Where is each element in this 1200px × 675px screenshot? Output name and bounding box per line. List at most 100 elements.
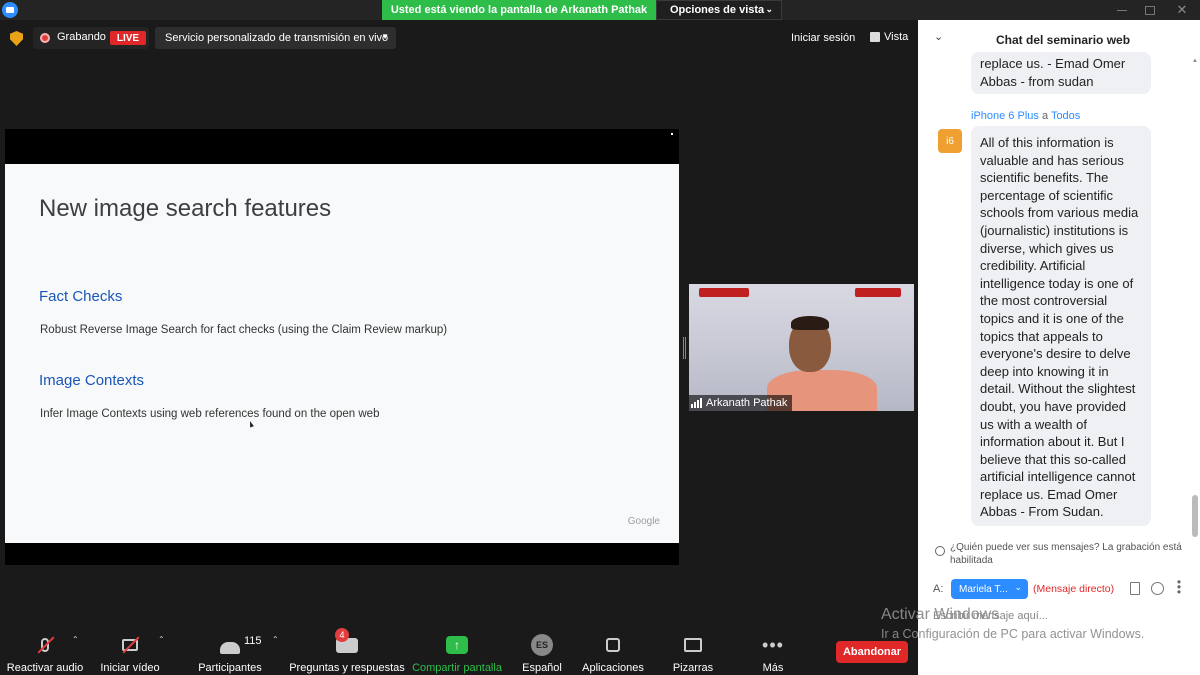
share-screen-button[interactable]: ↑ Compartir pantalla: [410, 625, 504, 675]
split-view-handle[interactable]: [683, 337, 686, 359]
collapse-chevron-icon[interactable]: ⌄: [934, 30, 943, 43]
view-button[interactable]: Vista: [870, 31, 908, 43]
scroll-up-icon[interactable]: ▲: [1192, 58, 1198, 64]
file-icon[interactable]: [1130, 582, 1140, 595]
shared-screen: New image search features Fact Checks Ro…: [5, 129, 679, 565]
minimize-icon: [1117, 9, 1127, 11]
participants-count: 115: [244, 635, 262, 647]
start-video-label: Iniciar vídeo: [100, 662, 160, 674]
view-layout-icon: [870, 32, 880, 42]
participants-icon: [216, 631, 244, 659]
backdrop-logo-left: [699, 288, 749, 297]
sender-name: iPhone 6 Plus: [971, 110, 1039, 122]
chat-message-text: All of this information is valuable and …: [980, 135, 1139, 520]
close-button[interactable]: ✕: [1164, 0, 1200, 20]
view-options-dropdown[interactable]: Opciones de vista ⌄: [656, 0, 782, 20]
mouse-cursor-icon: [248, 420, 254, 428]
security-shield-icon[interactable]: [10, 31, 23, 46]
record-dot-icon: [40, 33, 50, 43]
recording-label: Grabando: [57, 31, 106, 43]
microphone-muted-icon: [31, 631, 59, 659]
recipient-select[interactable]: Mariela T... ⌄: [951, 579, 1028, 599]
screen-share-banner: Usted está viendo la pantalla de Arkanat…: [382, 0, 656, 20]
qa-bubble-icon: 4: [333, 628, 361, 659]
slide-text-fact-checks: Robust Reverse Image Search for fact che…: [40, 324, 448, 336]
recipient-name: Mariela T...: [959, 583, 1008, 595]
sender-to-word: a: [1041, 110, 1049, 122]
qa-label: Preguntas y respuestas: [289, 662, 405, 674]
maximize-button[interactable]: [1136, 0, 1164, 20]
more-button[interactable]: ••• Más: [754, 625, 792, 675]
unmute-button[interactable]: Reactivar audio: [6, 625, 84, 675]
more-label: Más: [762, 662, 784, 674]
to-label: A:: [933, 583, 944, 595]
speaker-name-tag: Arkanath Pathak: [689, 395, 793, 411]
chat-privacy-note[interactable]: ¿Quién puede ver sus mensajes? La grabac…: [950, 541, 1190, 567]
apps-icon: [599, 631, 627, 659]
avatar: i6: [938, 129, 962, 153]
recording-indicator[interactable]: Grabando LIVE: [33, 27, 149, 49]
chat-scrollbar[interactable]: ▲: [1192, 58, 1198, 538]
meeting-top-bar: Grabando LIVE Servicio personalizado de …: [0, 20, 918, 60]
share-banner-text: Usted está viendo la pantalla de Arkanat…: [390, 4, 648, 16]
language-label: Español: [522, 662, 562, 674]
chat-message-sender: iPhone 6 Plus a Todos: [971, 110, 1080, 122]
language-button[interactable]: ES Español: [516, 625, 568, 675]
share-screen-label: Compartir pantalla: [412, 662, 502, 674]
language-icon: ES: [528, 631, 556, 659]
slide-footer-logo: Google: [627, 516, 660, 527]
privacy-person-icon: [935, 546, 945, 556]
whiteboard-icon: [679, 631, 707, 659]
slide-title: New image search features: [39, 195, 332, 222]
chevron-down-icon: ⌄: [1014, 582, 1022, 592]
minimize-button[interactable]: [1108, 0, 1136, 20]
speaker-hair: [791, 316, 829, 330]
speaker-name: Arkanath Pathak: [706, 397, 788, 409]
more-options-icon[interactable]: • • •: [1173, 576, 1185, 598]
backdrop-logo-right: [855, 288, 901, 297]
chevron-down-icon: ⌄: [765, 4, 773, 14]
login-link[interactable]: Iniciar sesión: [791, 32, 855, 44]
chat-title: Chat del seminario web: [996, 33, 1131, 47]
stream-service-select[interactable]: Servicio personalizado de transmisión en…: [155, 27, 396, 49]
unmute-label: Reactivar audio: [6, 662, 84, 674]
maximize-icon: [1145, 5, 1155, 15]
window-title-bar: Usted está viendo la pantalla de Arkanat…: [0, 0, 1200, 20]
participants-label: Participantes: [198, 662, 262, 674]
view-options-label: Opciones de vista: [670, 4, 765, 16]
chat-message: replace us. - Emad Omer Abbas - from sud…: [971, 52, 1151, 94]
leave-button[interactable]: Abandonar: [836, 641, 908, 663]
participants-button[interactable]: Participantes: [196, 625, 264, 675]
webinar-chat-panel: ⌄ Chat del seminario web replace us. - E…: [918, 20, 1200, 675]
scrollbar-thumb[interactable]: [1192, 495, 1198, 537]
video-off-icon: [116, 631, 144, 659]
share-screen-icon: ↑: [443, 631, 471, 659]
meeting-controls: Reactivar audio ⌃ Iniciar vídeo ⌃ Partic…: [0, 625, 918, 675]
view-label: Vista: [884, 31, 909, 43]
participants-options-caret-icon[interactable]: ⌃: [272, 635, 279, 644]
emoji-icon[interactable]: [1151, 582, 1164, 595]
chevron-down-icon: ▼: [381, 32, 389, 41]
video-options-caret-icon[interactable]: ⌃: [158, 635, 165, 644]
whiteboards-button[interactable]: Pizarras: [670, 625, 716, 675]
live-badge: LIVE: [110, 31, 146, 45]
more-dots-icon: •••: [762, 634, 784, 655]
chat-message-text: replace us. - Emad Omer Abbas - from sud…: [980, 56, 1126, 89]
stream-service-label: Servicio personalizado de transmisión en…: [165, 32, 389, 44]
chat-message-input[interactable]: [933, 605, 1193, 627]
slide-text-image-contexts: Infer Image Contexts using web reference…: [40, 408, 380, 420]
speaker-video-tile[interactable]: Arkanath Pathak: [689, 284, 914, 411]
start-video-button[interactable]: Iniciar vídeo: [98, 625, 162, 675]
qa-button[interactable]: 4 Preguntas y respuestas: [289, 625, 405, 675]
slide-heading-image-contexts: Image Contexts: [39, 372, 145, 389]
share-indicator-dot: [671, 133, 673, 135]
close-icon: ✕: [1176, 2, 1188, 17]
qa-count-badge: 4: [335, 628, 349, 642]
chat-message: All of this information is valuable and …: [971, 126, 1151, 526]
direct-message-label: (Mensaje directo): [1033, 583, 1115, 595]
apps-label: Aplicaciones: [582, 662, 644, 674]
audio-options-caret-icon[interactable]: ⌃: [72, 635, 79, 644]
message-recipient: Todos: [1050, 110, 1081, 122]
apps-button[interactable]: Aplicaciones: [580, 625, 646, 675]
whiteboards-label: Pizarras: [672, 662, 714, 674]
